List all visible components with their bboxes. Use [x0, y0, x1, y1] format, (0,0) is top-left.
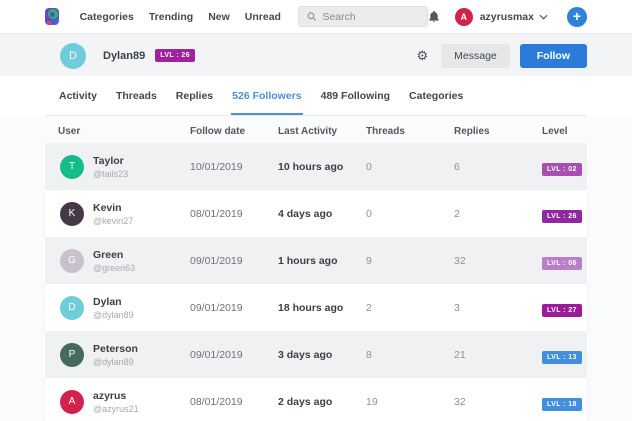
nav-item-unread[interactable]: Unread — [245, 11, 281, 23]
follow-date: 08/01/2019 — [190, 395, 243, 408]
table-row[interactable]: D Dylan @dylan89 09/01/2019 18 hours ago… — [45, 284, 587, 331]
current-username[interactable]: azyrusmax — [480, 11, 534, 23]
user-name[interactable]: Green — [93, 249, 135, 261]
profile-avatar: D — [60, 42, 86, 69]
current-user-avatar[interactable]: A — [454, 7, 473, 26]
user-handle: @green63 — [93, 262, 136, 273]
user-avatar: D — [60, 295, 84, 320]
main-nav: Categories Trending New Unread — [80, 11, 281, 23]
threads-count: 19 — [366, 395, 378, 408]
nav-item-categories[interactable]: Categories — [80, 11, 134, 23]
last-activity: 10 hours ago — [278, 160, 344, 173]
table-row[interactable]: K Kevin @kevin27 08/01/2019 4 days ago 0… — [45, 190, 587, 237]
col-threads: Threads — [366, 125, 405, 137]
app-logo-icon[interactable] — [45, 8, 59, 25]
nav-item-trending[interactable]: Trending — [149, 11, 193, 23]
replies-count: 32 — [454, 254, 466, 267]
search-input[interactable] — [322, 10, 419, 23]
last-activity: 4 days ago — [278, 207, 333, 220]
table-row[interactable]: T Taylor @tails23 10/01/2019 10 hours ag… — [45, 143, 587, 190]
level-badge: LVL : 13 — [542, 350, 582, 364]
user-avatar: P — [60, 342, 84, 367]
user-handle: @kevin27 — [93, 215, 134, 226]
tab-replies[interactable]: Replies — [175, 76, 214, 115]
profile-level-badge: LVL : 26 — [155, 49, 195, 62]
replies-count: 21 — [454, 348, 466, 361]
level-badge: LVL : 26 — [542, 209, 582, 223]
user-avatar: K — [60, 201, 84, 226]
profile-header: D Dylan89 LVL : 26 ⚙︎ Message Follow — [0, 33, 632, 76]
nav-item-new[interactable]: New — [208, 11, 230, 23]
threads-count: 8 — [366, 348, 372, 361]
follow-date: 09/01/2019 — [190, 301, 243, 314]
col-replies: Replies — [454, 125, 490, 137]
user-handle: @azyrus21 — [93, 403, 139, 414]
followers-table: User Follow date Last Activity Threads R… — [0, 116, 632, 421]
user-handle: @dylan89 — [93, 309, 134, 320]
follow-date: 10/01/2019 — [190, 160, 243, 173]
col-follow-date: Follow date — [190, 125, 245, 137]
follow-date: 09/01/2019 — [190, 348, 243, 361]
message-button[interactable]: Message — [441, 43, 510, 68]
user-handle: @dylan89 — [93, 356, 134, 367]
search-box[interactable] — [297, 6, 428, 27]
tab-following[interactable]: 489 Following — [320, 76, 391, 115]
tab-followers[interactable]: 526 Followers — [231, 76, 303, 115]
user-name[interactable]: Peterson — [93, 343, 138, 355]
user-name[interactable]: Kevin — [93, 202, 133, 214]
tab-activity[interactable]: Activity — [58, 76, 98, 115]
tab-categories[interactable]: Categories — [408, 76, 464, 115]
replies-count: 2 — [454, 207, 460, 220]
level-badge: LVL : 06 — [542, 256, 582, 270]
user-name[interactable]: Taylor — [93, 155, 128, 167]
threads-count: 0 — [366, 207, 372, 220]
threads-count: 9 — [366, 254, 372, 267]
chevron-down-icon[interactable] — [539, 14, 548, 20]
last-activity: 18 hours ago — [278, 301, 344, 314]
table-row[interactable]: A azyrus @azyrus21 08/01/2019 2 days ago… — [45, 378, 587, 421]
level-badge: LVL : 02 — [542, 162, 582, 176]
replies-count: 6 — [454, 160, 460, 173]
top-navbar: Categories Trending New Unread A — [0, 0, 632, 33]
table-header: User Follow date Last Activity Threads R… — [45, 116, 587, 143]
replies-count: 32 — [454, 395, 466, 408]
user-name[interactable]: Dylan — [93, 296, 134, 308]
profile-name: Dylan89 — [103, 49, 146, 62]
level-badge: LVL : 18 — [542, 397, 582, 411]
table-row[interactable]: P Peterson @dylan89 09/01/2019 3 days ag… — [45, 331, 587, 378]
user-name[interactable]: azyrus — [93, 390, 139, 402]
col-last-activity: Last Activity — [278, 125, 338, 137]
profile-tabs: Activity Threads Replies 526 Followers 4… — [0, 76, 632, 116]
page: Categories Trending New Unread A — [0, 0, 632, 421]
user-handle: @tails23 — [93, 168, 129, 179]
follow-button[interactable]: Follow — [519, 43, 587, 68]
notifications-bell-icon[interactable] — [428, 10, 440, 23]
search-icon — [307, 12, 317, 21]
last-activity: 2 days ago — [278, 395, 333, 408]
replies-count: 3 — [454, 301, 460, 314]
user-avatar: A — [60, 389, 84, 414]
tab-threads[interactable]: Threads — [115, 76, 158, 115]
level-badge: LVL : 27 — [542, 303, 582, 317]
last-activity: 1 hours ago — [278, 254, 338, 267]
threads-count: 2 — [366, 301, 372, 314]
follow-date: 08/01/2019 — [190, 207, 243, 220]
user-avatar: T — [60, 154, 84, 179]
last-activity: 3 days ago — [278, 348, 333, 361]
gear-icon[interactable]: ⚙︎ — [416, 49, 428, 62]
col-user: User — [58, 125, 81, 137]
col-level: Level — [542, 125, 568, 137]
new-post-button[interactable]: + — [567, 6, 587, 27]
follow-date: 09/01/2019 — [190, 254, 243, 267]
threads-count: 0 — [366, 160, 372, 173]
user-avatar: G — [60, 248, 84, 273]
table-row[interactable]: G Green @green63 09/01/2019 1 hours ago … — [45, 237, 587, 284]
